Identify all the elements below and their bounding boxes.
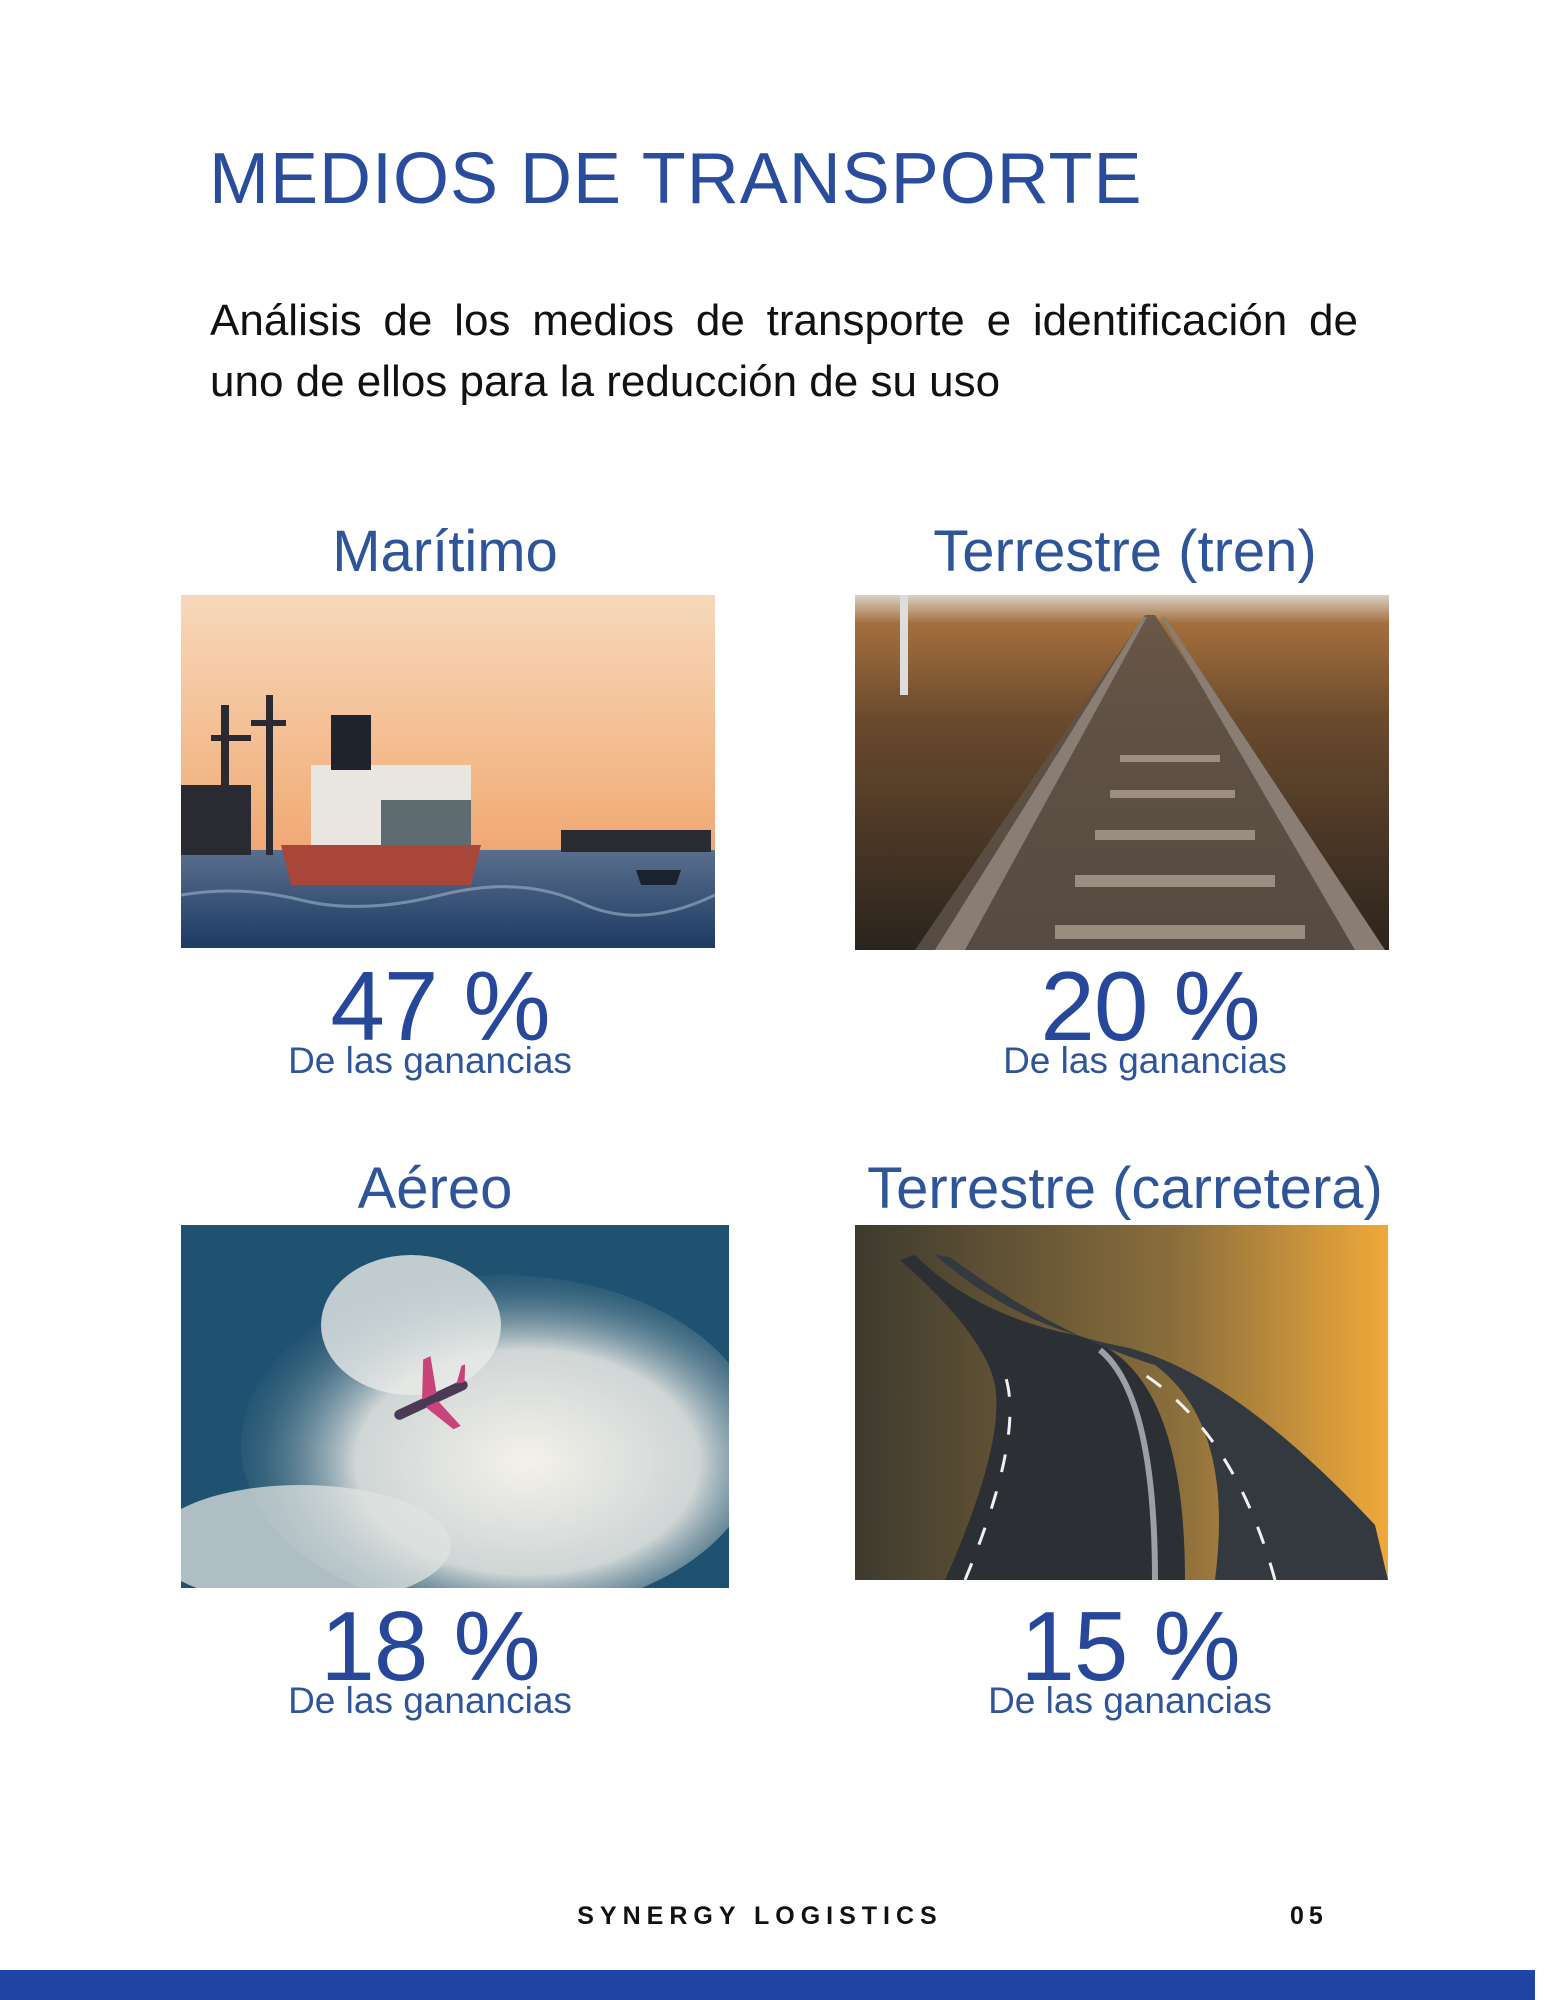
- bottom-bar: [0, 1970, 1535, 2000]
- road-photo: [855, 1225, 1388, 1580]
- caption-tren: De las ganancias: [1003, 1040, 1287, 1081]
- card-label-maritimo: Marítimo: [332, 519, 558, 584]
- caption-carretera: De las ganancias: [988, 1680, 1272, 1721]
- air-photo: [181, 1225, 729, 1588]
- caption-maritimo: De las ganancias: [288, 1040, 572, 1081]
- page-title: MEDIOS DE TRANSPORTE: [209, 139, 1143, 219]
- footer-brand: SYNERGY LOGISTICS: [577, 1902, 943, 1930]
- card-label-tren: Terrestre (tren): [933, 519, 1317, 584]
- maritime-photo: [181, 595, 715, 948]
- caption-aereo: De las ganancias: [288, 1680, 572, 1721]
- intro-paragraph: Análisis de los medios de transporte e i…: [210, 296, 1358, 406]
- train-photo: [855, 595, 1389, 950]
- card-label-aereo: Aéreo: [357, 1156, 513, 1221]
- card-label-carretera: Terrestre (carretera): [867, 1156, 1383, 1221]
- page-number: 05: [1290, 1902, 1328, 1930]
